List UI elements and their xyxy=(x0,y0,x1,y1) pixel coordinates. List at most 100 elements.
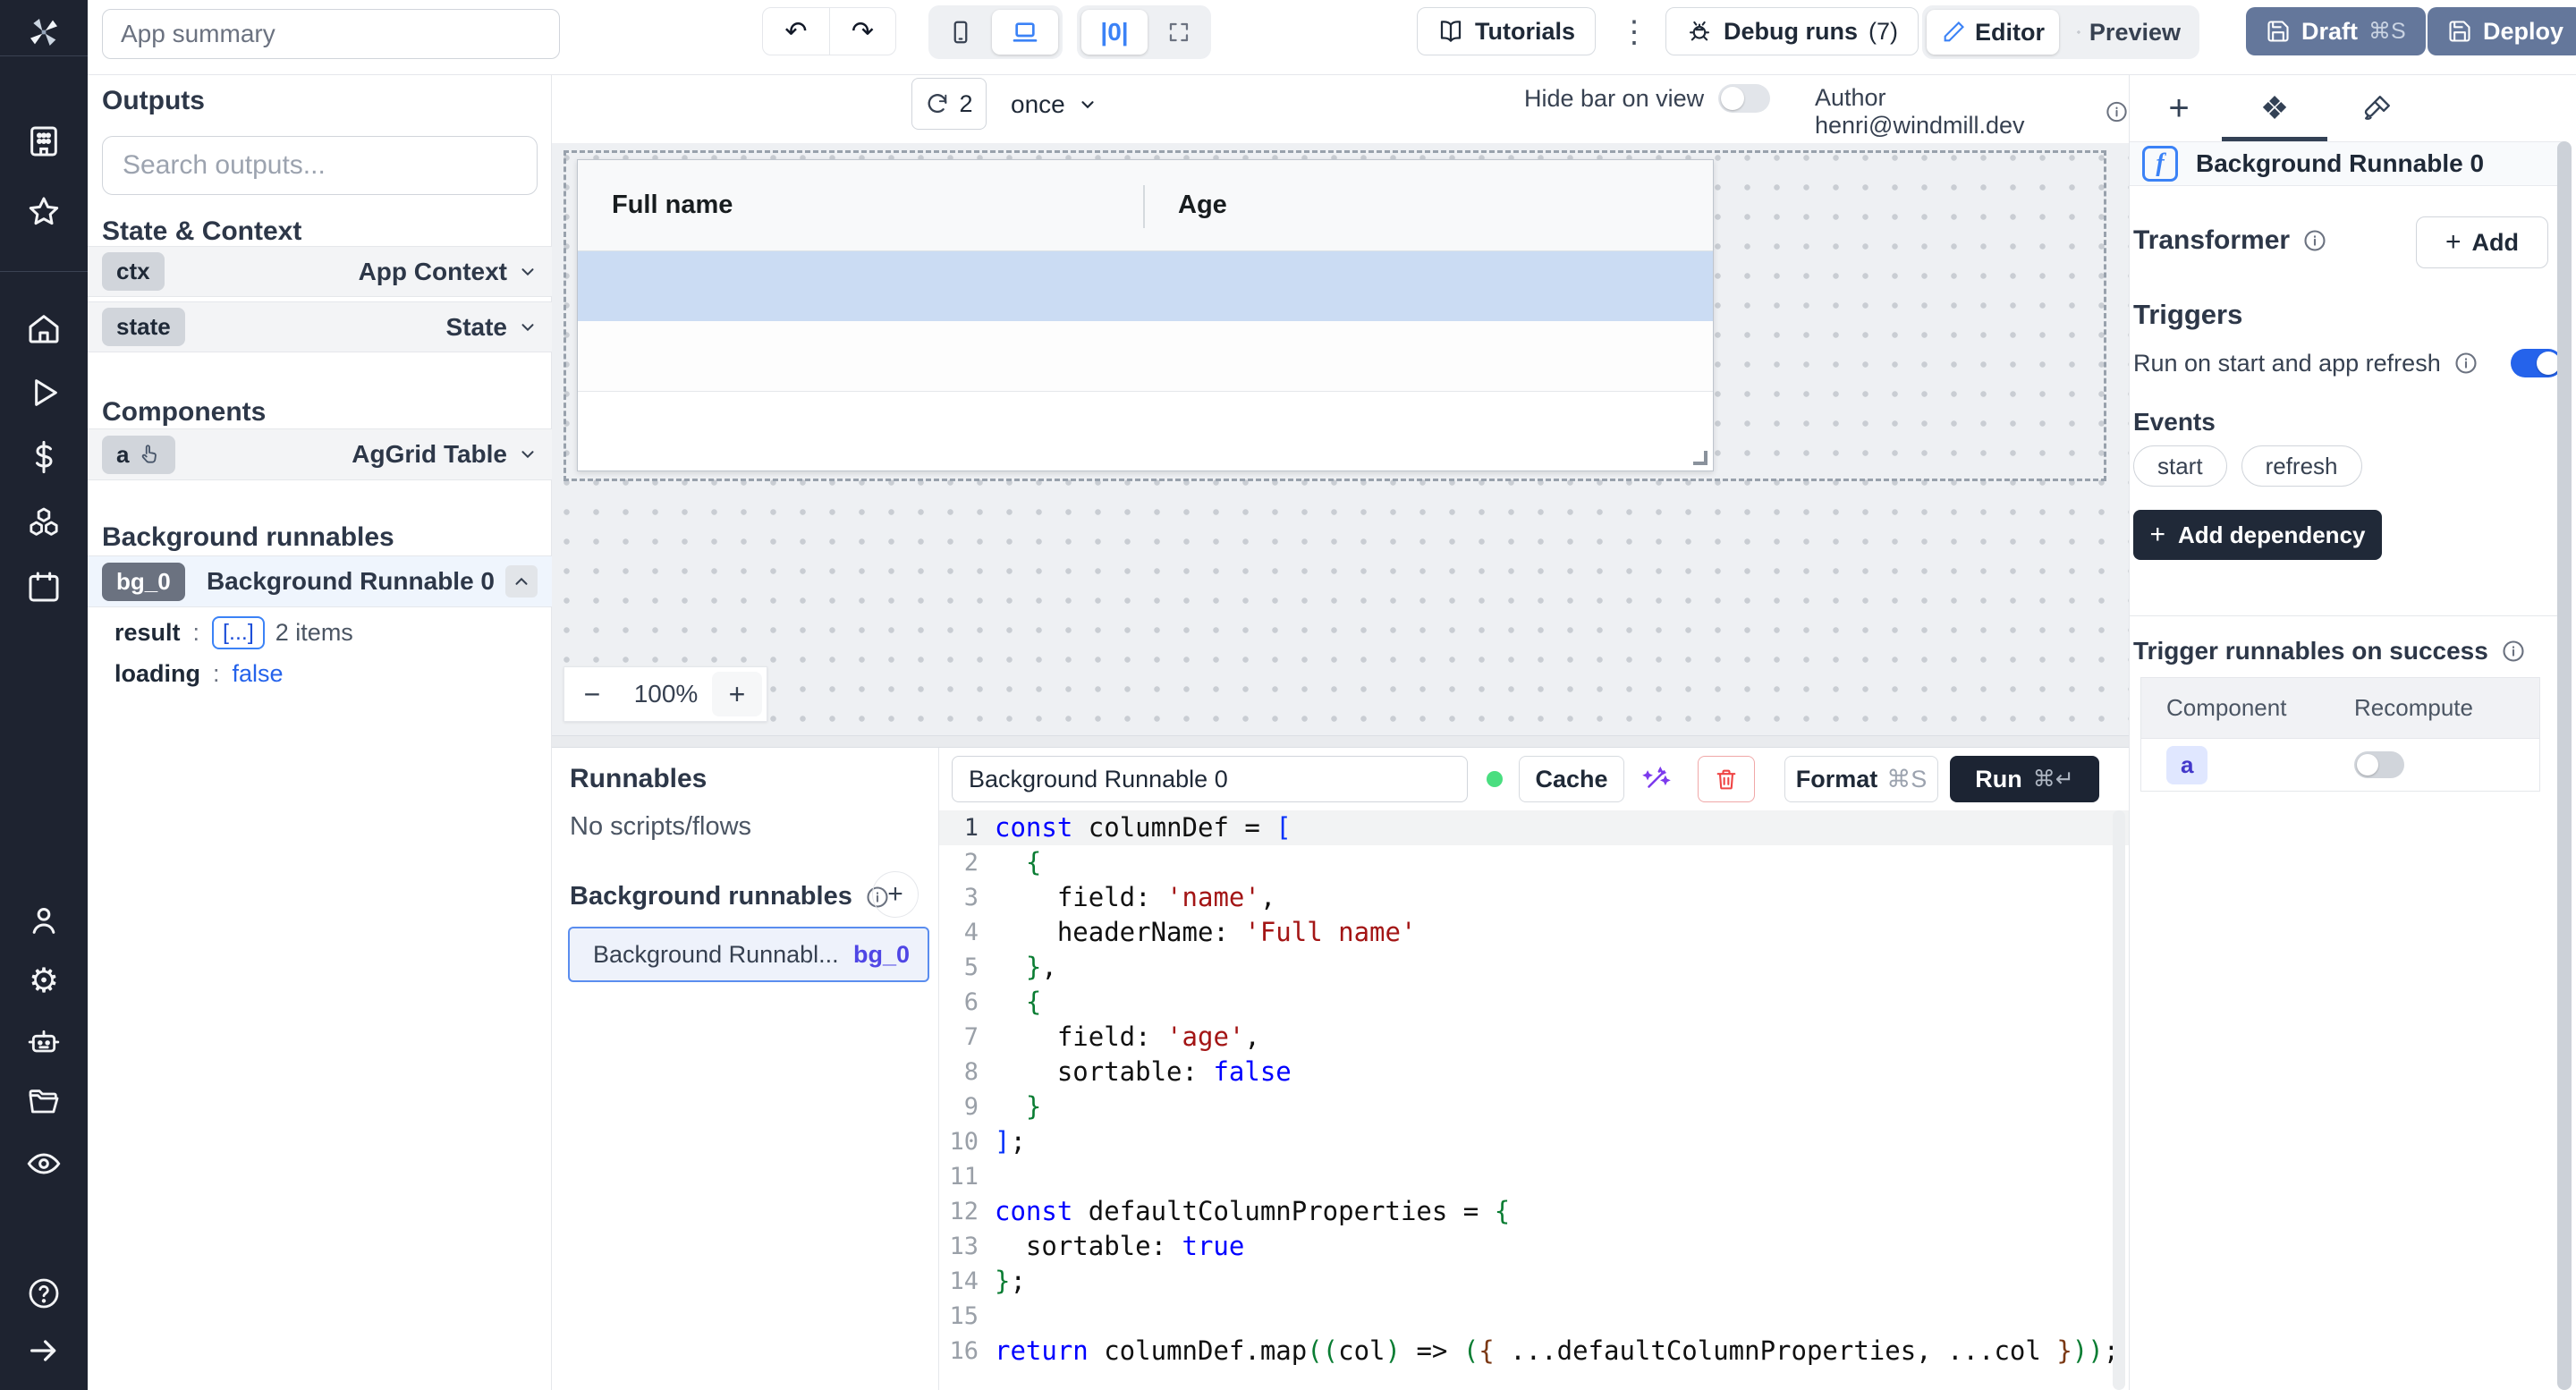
collapse-arrow-icon[interactable] xyxy=(24,1331,64,1370)
add-transformer-button[interactable]: +Add xyxy=(2416,216,2548,268)
variables-dollar-icon[interactable] xyxy=(24,437,64,477)
component-settings-tab[interactable]: ❖ xyxy=(2225,82,2324,134)
mobile-view-button[interactable] xyxy=(933,10,988,55)
code-line-11[interactable]: 11 xyxy=(939,1159,2129,1194)
run-on-start-toggle[interactable] xyxy=(2511,349,2563,377)
search-outputs-input[interactable] xyxy=(102,136,538,195)
recompute-toggle[interactable] xyxy=(2354,751,2404,778)
favorites-star-icon[interactable] xyxy=(24,192,64,232)
code-line-12[interactable]: 12const defaultColumnProperties = { xyxy=(939,1194,2129,1229)
layout-toggle-group: |0| xyxy=(1077,5,1211,59)
styling-tab[interactable] xyxy=(2328,82,2427,134)
component-a-badge[interactable]: a xyxy=(2166,746,2207,784)
code-line-7[interactable]: 7 field: 'age', xyxy=(939,1020,2129,1055)
fullscreen-icon[interactable] xyxy=(1151,10,1207,55)
refresh-policy-dropdown[interactable]: once xyxy=(1011,84,1097,125)
windmill-logo-icon[interactable] xyxy=(24,13,64,52)
code-line-13[interactable]: 13 sortable: true xyxy=(939,1229,2129,1264)
undo-redo-group: ↶ ↷ xyxy=(762,7,896,55)
column-header-age[interactable]: Age xyxy=(1178,191,1227,220)
ai-wand-icon[interactable] xyxy=(1641,764,1672,794)
editor-scrollbar[interactable] xyxy=(2113,810,2125,1390)
output-row-state[interactable]: state State xyxy=(88,301,552,352)
code-line-2[interactable]: 2 { xyxy=(939,845,2129,880)
chevron-down-icon[interactable] xyxy=(518,445,538,464)
hide-bar-toggle[interactable] xyxy=(1718,84,1770,113)
redo-button[interactable]: ↷ xyxy=(829,8,895,55)
refresh-count-button[interactable]: 2 xyxy=(911,78,987,130)
code-line-16[interactable]: 16return columnDef.map((col) => ({ ...de… xyxy=(939,1334,2129,1369)
deploy-button[interactable]: Deploy xyxy=(2428,7,2576,55)
zoom-in-button[interactable]: + xyxy=(712,672,762,716)
user-icon[interactable] xyxy=(24,901,64,940)
output-row-bg0[interactable]: bg_0 Background Runnable 0 xyxy=(88,555,552,607)
tab-preview[interactable]: Preview xyxy=(2063,10,2195,55)
right-panel-scrollbar[interactable] xyxy=(2557,141,2572,1390)
audit-eye-icon[interactable] xyxy=(24,1144,64,1183)
more-options-kebab-icon[interactable]: ⋮ xyxy=(1619,14,1649,50)
desktop-view-button[interactable] xyxy=(992,10,1058,55)
debug-runs-button[interactable]: Debug runs (7) xyxy=(1665,7,1919,55)
format-button[interactable]: Format⌘S xyxy=(1784,756,1938,802)
zoom-out-button[interactable]: − xyxy=(564,678,620,711)
info-icon[interactable] xyxy=(2105,99,2129,124)
code-line-1[interactable]: 1const columnDef = [ xyxy=(939,810,2129,845)
cache-button[interactable]: Cache xyxy=(1519,756,1624,802)
code-line-15[interactable]: 15 xyxy=(939,1299,2129,1334)
event-chip-refresh[interactable]: refresh xyxy=(2241,445,2362,487)
code-line-8[interactable]: 8 sortable: false xyxy=(939,1055,2129,1089)
code-line-3[interactable]: 3 field: 'name', xyxy=(939,880,2129,915)
delete-button[interactable] xyxy=(1698,756,1755,802)
help-icon[interactable] xyxy=(24,1274,64,1313)
tutorials-button[interactable]: Tutorials xyxy=(1417,7,1596,55)
event-chip-start[interactable]: start xyxy=(2133,445,2227,487)
run-button[interactable]: Run⌘↵ xyxy=(1950,756,2099,802)
chevron-down-icon xyxy=(1078,95,1097,114)
loading-row: loading: false xyxy=(88,653,552,694)
code-line-5[interactable]: 5 }, xyxy=(939,950,2129,985)
add-component-tab[interactable]: + xyxy=(2130,82,2228,134)
output-row-component-a[interactable]: a AgGrid Table xyxy=(88,428,552,480)
undo-button[interactable]: ↶ xyxy=(763,8,829,55)
draft-button[interactable]: Draft ⌘S xyxy=(2246,7,2426,55)
column-divider[interactable] xyxy=(1143,185,1145,228)
folders-icon[interactable] xyxy=(24,1083,64,1123)
code-line-6[interactable]: 6 { xyxy=(939,985,2129,1020)
info-icon[interactable] xyxy=(2501,639,2526,664)
info-icon[interactable] xyxy=(2302,228,2327,253)
result-expand-button[interactable]: [...] xyxy=(212,616,265,649)
code-area[interactable]: 1const columnDef = [2 {3 field: 'name',4… xyxy=(939,810,2129,1390)
chevron-up-icon[interactable] xyxy=(512,572,531,591)
column-header-full-name[interactable]: Full name xyxy=(612,191,733,220)
code-line-10[interactable]: 10]; xyxy=(939,1124,2129,1159)
event-chips: start refresh xyxy=(2133,445,2362,487)
output-row-ctx[interactable]: ctx App Context xyxy=(88,246,552,297)
code-line-9[interactable]: 9 } xyxy=(939,1089,2129,1124)
schedules-calendar-icon[interactable] xyxy=(24,567,64,606)
chevron-down-icon[interactable] xyxy=(518,262,538,282)
code-line-14[interactable]: 14}; xyxy=(939,1264,2129,1299)
app-summary-input[interactable] xyxy=(102,9,560,59)
chevron-down-icon[interactable] xyxy=(518,318,538,337)
info-icon[interactable] xyxy=(2453,351,2479,376)
aggrid-selected-row[interactable] xyxy=(578,251,1713,321)
add-dependency-button[interactable]: +Add dependency xyxy=(2133,510,2382,560)
aggrid-table-component[interactable]: Full name Age xyxy=(577,159,1714,471)
resize-handle[interactable] xyxy=(1693,451,1707,465)
runnable-name-input[interactable] xyxy=(952,756,1468,802)
outputs-panel: Outputs State & Context ctx App Context … xyxy=(88,75,552,1390)
tab-editor[interactable]: Editor xyxy=(1927,10,2059,55)
workers-robot-icon[interactable] xyxy=(24,1022,64,1062)
settings-gear-icon[interactable]: ⚙ xyxy=(24,962,64,1001)
background-runnable-item[interactable]: Background Runnabl... bg_0 xyxy=(568,927,929,982)
add-background-runnable-button[interactable]: + xyxy=(872,871,919,918)
runs-play-icon[interactable] xyxy=(24,373,64,412)
resources-boxes-icon[interactable] xyxy=(24,503,64,542)
code-line-4[interactable]: 4 headerName: 'Full name' xyxy=(939,915,2129,950)
aggrid-row[interactable] xyxy=(578,321,1713,392)
app-canvas[interactable]: Full name Age − 100% + xyxy=(552,143,2129,735)
horizontal-splitter[interactable] xyxy=(552,735,2129,748)
home-icon[interactable] xyxy=(24,309,64,348)
apps-icon[interactable] xyxy=(24,122,64,161)
center-layout-button[interactable]: |0| xyxy=(1081,10,1148,55)
